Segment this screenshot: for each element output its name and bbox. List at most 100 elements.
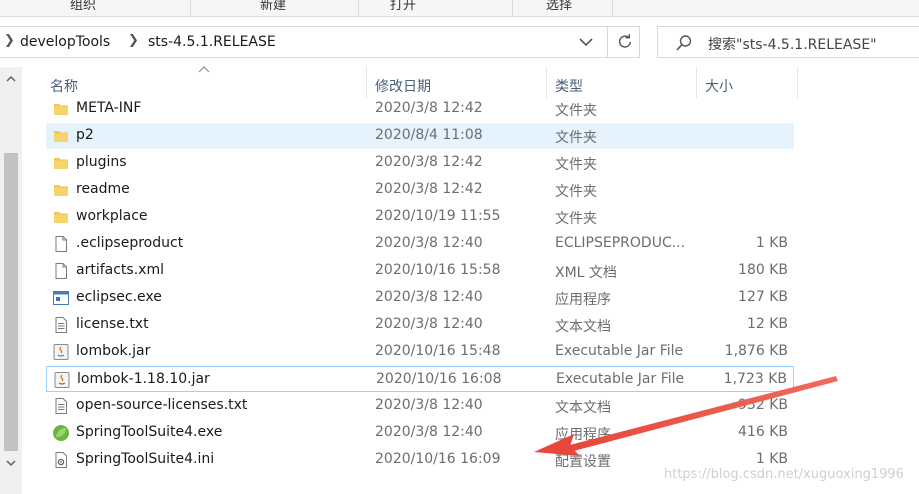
file-row[interactable]: .eclipseproduct 2020/3/8 12:40 ECLIPSEPROD… [46,231,794,257]
column-header-type[interactable]: 类型 [555,76,583,96]
file-name: license.txt [76,316,149,332]
file-list-header: 名称 修改日期 类型 大小 [46,66,798,98]
file-size: 180 KB [738,262,788,278]
app-window-icon [52,289,70,307]
file-date: 2020/8/4 11:08 [375,127,483,143]
column-divider[interactable] [797,67,798,98]
file-type: ECLIPSEPRODUC... [555,235,686,251]
column-header-name[interactable]: 名称 [50,76,78,96]
file-name: SpringToolSuite4.exe [76,424,223,440]
file-size: 416 KB [738,424,788,440]
file-name: lombok-1.18.10.jar [77,371,210,387]
divider [190,0,191,16]
file-row[interactable]: workplace 2020/10/19 11:55 文件夹 [46,204,794,230]
chevron-right-icon[interactable]: ❯ [128,33,139,48]
spring-leaf-icon [52,424,70,442]
java-jar-icon [52,343,70,361]
sort-ascending-icon [198,66,210,73]
file-name: lombok.jar [76,343,151,359]
scroll-up-arrow-icon[interactable] [5,73,17,85]
file-size: 1,876 KB [724,343,788,359]
file-row[interactable]: plugins 2020/3/8 12:42 文件夹 [46,150,794,176]
column-header-date[interactable]: 修改日期 [375,76,431,96]
breadcrumb-item-developtools[interactable]: developTools [20,34,110,50]
file-date: 2020/3/8 12:40 [375,289,483,305]
file-date: 2020/3/8 12:40 [375,316,483,332]
file-type: XML 文档 [555,265,617,281]
nav-pane-scrollbar[interactable] [0,67,22,494]
file-date: 2020/10/19 11:55 [375,208,501,224]
file-date: 2020/3/8 12:42 [375,181,483,197]
file-name: .eclipseproduct [76,235,184,251]
file-type: 文件夹 [555,103,597,119]
file-size: 127 KB [738,289,788,305]
column-divider[interactable] [696,67,697,98]
file-row[interactable]: lombok.jar 2020/10/16 15:48 Executable Jar… [46,339,794,365]
file-row[interactable]: artifacts.xml 2020/10/16 15:58 XML 文档 180 K… [46,258,794,284]
column-header-size[interactable]: 大小 [705,76,733,96]
file-size: 1,723 KB [723,371,787,387]
file-date: 2020/10/16 16:08 [376,371,502,387]
file-date: 2020/3/8 12:40 [375,235,483,251]
file-row[interactable]: license.txt 2020/3/8 12:40 文本文档 12 KB [46,312,794,338]
search-box[interactable]: 搜索"sts-4.5.1.RELEASE" [657,26,919,58]
file-type: Executable Jar File [555,343,684,359]
ini-settings-icon [52,451,70,469]
divider [358,0,359,16]
file-date: 2020/3/8 12:42 [375,100,483,116]
file-name: plugins [76,154,127,170]
folder-icon [52,127,70,145]
file-row[interactable]: META-INF 2020/3/8 12:42 文件夹 [46,96,794,122]
file-size: 12 KB [746,316,788,332]
ribbon-group-new: 新建 [260,0,287,13]
file-type: 文本文档 [555,319,611,335]
text-file-icon [52,316,70,334]
file-row[interactable]: lombok-1.18.10.jar 2020/10/16 16:08 Execut… [46,366,794,392]
divider [612,0,613,16]
column-divider[interactable] [366,67,367,98]
file-row[interactable]: open-source-licenses.txt 2020/3/8 12:40 文本… [46,393,794,419]
file-name: workplace [76,208,148,224]
file-name: META-INF [76,100,142,116]
file-name: readme [76,181,130,197]
chevron-down-icon[interactable] [576,32,596,52]
file-name: SpringToolSuite4.ini [76,451,215,467]
file-type: 配置设置 [555,454,611,470]
breadcrumb[interactable]: ❯ developTools ❯ sts-4.5.1.RELEASE [0,26,640,58]
file-type: 文件夹 [555,157,597,173]
refresh-button[interactable] [607,27,640,57]
folder-icon [52,154,70,172]
file-date: 2020/3/8 12:42 [375,154,483,170]
file-row[interactable]: readme 2020/3/8 12:42 文件夹 [46,177,794,203]
search-input[interactable]: 搜索"sts-4.5.1.RELEASE" [708,34,877,54]
file-size: 932 KB [738,397,788,413]
search-icon [676,35,692,51]
file-type: 应用程序 [555,292,611,308]
folder-icon [52,181,70,199]
watermark: https://blog.csdn.net/xuguoxing1996 [664,467,904,482]
file-type: 文本文档 [555,400,611,416]
file-name: open-source-licenses.txt [76,397,248,413]
java-jar-icon [53,371,71,389]
file-type: 应用程序 [555,427,611,443]
blank-file-icon [52,235,70,253]
ribbon-group-organize: 组织 [70,0,97,13]
chevron-right-icon[interactable]: ❯ [4,33,15,48]
folder-icon [52,100,70,118]
refresh-icon [618,34,632,48]
file-row[interactable]: SpringToolSuite4.exe 2020/3/8 12:40 应用程序 41… [46,420,794,446]
scroll-down-arrow-icon[interactable] [5,457,17,469]
scrollbar-thumb[interactable] [4,153,18,451]
file-row[interactable]: eclipsec.exe 2020/3/8 12:40 应用程序 127 KB [46,285,794,311]
file-name: artifacts.xml [76,262,164,278]
file-date: 2020/3/8 12:40 [375,397,483,413]
file-name: p2 [76,127,94,143]
file-row[interactable]: p2 2020/8/4 11:08 文件夹 [46,123,794,149]
file-type: 文件夹 [555,211,597,227]
file-size: 1 KB [755,235,788,251]
column-divider[interactable] [546,67,547,98]
file-list: 名称 修改日期 类型 大小 META-INF 2020/3/8 12:42 文件夹 p… [46,66,919,494]
file-date: 2020/10/16 15:58 [375,262,501,278]
breadcrumb-item-sts[interactable]: sts-4.5.1.RELEASE [148,34,276,50]
file-type: 文件夹 [555,130,597,146]
